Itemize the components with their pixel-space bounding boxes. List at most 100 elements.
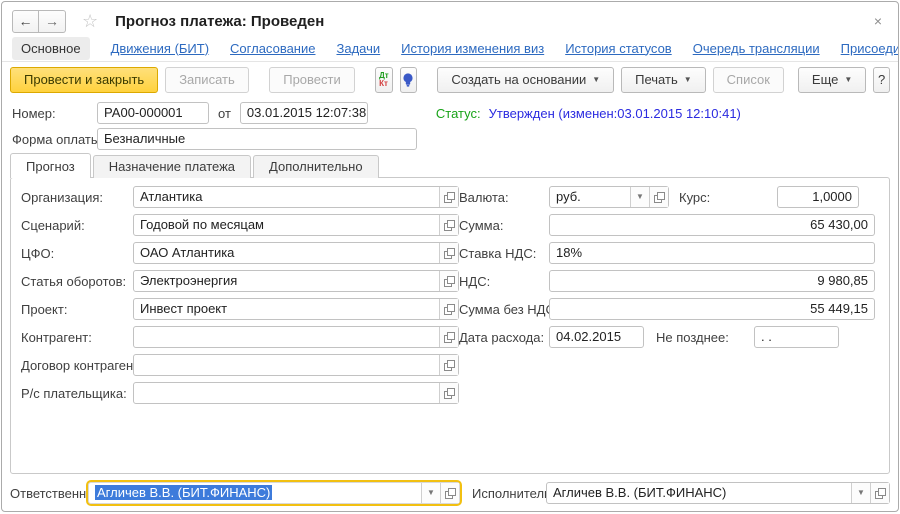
amount-value: 65 430,00 [550, 215, 874, 235]
scenario-value: Годовой по месяцам [134, 215, 439, 235]
open-icon [444, 360, 455, 371]
favorite-star-icon[interactable]: ☆ [82, 12, 98, 30]
list-button[interactable]: Список [713, 67, 784, 93]
responsible-dropdown-button[interactable]: ▼ [421, 483, 440, 503]
print-button[interactable]: Печать ▼ [621, 67, 706, 93]
rate-field[interactable]: 1,0000 [777, 186, 859, 208]
help-button[interactable]: ? [873, 67, 890, 93]
tab-forecast[interactable]: Прогноз [10, 153, 91, 178]
field-row-payer-account: Р/с плательщика: [21, 382, 459, 404]
payer-account-field[interactable] [133, 382, 459, 404]
project-field[interactable]: Инвест проект [133, 298, 459, 320]
field-row-cfo: ЦФО: ОАО Атлантика [21, 242, 459, 264]
field-row-project: Проект: Инвест проект [21, 298, 459, 320]
responsible-field[interactable]: Агличев В.В. (БИТ.ФИНАНС) ▼ [88, 482, 460, 504]
debit-credit-icon: Дт Кт [379, 72, 389, 88]
nav-item-approval[interactable]: Согласование [230, 41, 315, 56]
currency-dropdown-button[interactable]: ▼ [630, 187, 649, 207]
counterparty-value [134, 327, 439, 347]
nav-item-movements[interactable]: Движения (БИТ) [111, 41, 209, 56]
organization-field[interactable]: Атлантика [133, 186, 459, 208]
save-button[interactable]: Записать [165, 67, 249, 93]
field-row-contract: Договор контрагента: [21, 354, 459, 376]
amount-no-vat-field[interactable]: 55 449,15 [549, 298, 875, 320]
history-buttons: ← → [12, 10, 66, 33]
document-date-field[interactable]: 03.01.2015 12:07:38 [240, 102, 368, 124]
left-fields-column: Организация: Атлантика Сценарий: Годовой… [21, 186, 459, 410]
scenario-field[interactable]: Годовой по месяцам [133, 214, 459, 236]
turnover-item-value: Электроэнергия [134, 271, 439, 291]
executor-field[interactable]: Агличев В.В. (БИТ.ФИНАНС) ▼ [546, 482, 890, 504]
payer-account-open-button[interactable] [439, 383, 458, 403]
payment-forecast-window: ← → ☆ Прогноз платежа: Проведен × Основн… [1, 1, 899, 512]
cfo-field[interactable]: ОАО Атлантика [133, 242, 459, 264]
turnover-item-open-button[interactable] [439, 271, 458, 291]
nav-item-visa-history[interactable]: История изменения виз [401, 41, 544, 56]
chevron-down-icon: ▼ [636, 193, 644, 201]
page-title: Прогноз платежа: Проведен [115, 13, 324, 30]
nav-item-status-history[interactable]: История статусов [565, 41, 672, 56]
nav-item-broadcast-queue[interactable]: Очередь трансляции [693, 41, 820, 56]
status-value: Утвержден (изменен:03.01.2015 12:10:41) [489, 106, 741, 121]
cfo-open-button[interactable] [439, 243, 458, 263]
field-row-turnover-item: Статья оборотов: Электроэнергия [21, 270, 459, 292]
currency-open-button[interactable] [649, 187, 668, 207]
post-button[interactable]: Провести [269, 67, 355, 93]
payment-form-value: Безналичные [98, 129, 416, 149]
nav-item-attached-files[interactable]: Присоединенные файлы [841, 41, 899, 56]
nav-item-tasks[interactable]: Задачи [336, 41, 380, 56]
responsible-open-button[interactable] [440, 483, 459, 503]
organization-open-button[interactable] [439, 187, 458, 207]
counterparty-open-button[interactable] [439, 327, 458, 347]
scenario-open-button[interactable] [439, 215, 458, 235]
toolbar: Провести и закрыть Записать Провести Дт … [10, 66, 890, 93]
chevron-down-icon: ▼ [857, 489, 865, 497]
more-button[interactable]: Еще ▼ [798, 67, 866, 93]
lamp-icon [401, 72, 415, 88]
forward-icon: → [45, 13, 59, 29]
no-later-field[interactable]: . . [754, 326, 839, 348]
executor-dropdown-button[interactable]: ▼ [851, 483, 870, 503]
forward-button[interactable]: → [39, 10, 66, 33]
tab-additional[interactable]: Дополнительно [253, 155, 379, 178]
vat-field[interactable]: 9 980,85 [549, 270, 875, 292]
create-based-on-label: Создать на основании [451, 72, 586, 87]
field-row-vat: НДС: 9 980,85 [459, 270, 875, 292]
vat-rate-field[interactable]: 18% [549, 242, 875, 264]
amount-field[interactable]: 65 430,00 [549, 214, 875, 236]
create-based-on-button[interactable]: Создать на основании ▼ [437, 67, 614, 93]
forecast-tab-panel: Организация: Атлантика Сценарий: Годовой… [10, 177, 890, 474]
currency-label: Валюта: [459, 190, 549, 205]
back-button[interactable]: ← [12, 10, 39, 33]
project-open-button[interactable] [439, 299, 458, 319]
executor-value: Агличев В.В. (БИТ.ФИНАНС) [547, 483, 851, 503]
close-icon[interactable]: × [868, 11, 888, 31]
turnover-item-field[interactable]: Электроэнергия [133, 270, 459, 292]
post-and-close-button[interactable]: Провести и закрыть [10, 67, 158, 93]
amount-no-vat-label: Сумма без НДС: [459, 302, 549, 317]
list-label: Список [727, 72, 770, 87]
payment-form-field[interactable]: Безналичные [97, 128, 417, 150]
expense-date-field[interactable]: 04.02.2015 [549, 326, 644, 348]
contract-field[interactable] [133, 354, 459, 376]
counterparty-field[interactable] [133, 326, 459, 348]
number-row: Номер: РА00-000001 от 03.01.2015 12:07:3… [12, 102, 888, 124]
currency-field[interactable]: руб. ▼ [549, 186, 669, 208]
contract-open-button[interactable] [439, 355, 458, 375]
responsible-label: Ответственный: [10, 486, 88, 501]
nav-item-main[interactable]: Основное [12, 37, 90, 60]
lamp-button[interactable] [400, 67, 417, 93]
status-label: Статус: [436, 106, 481, 121]
tab-payment-purpose[interactable]: Назначение платежа [93, 155, 251, 178]
open-icon [444, 220, 455, 231]
number-value: РА00-000001 [98, 103, 208, 123]
turnover-item-label: Статья оборотов: [21, 274, 133, 289]
help-icon: ? [878, 72, 885, 87]
debit-credit-button[interactable]: Дт Кт [375, 67, 392, 93]
right-fields-column: Валюта: руб. ▼ Курс: 1,0000 Сумма: 65 43… [459, 186, 875, 354]
amount-no-vat-value: 55 449,15 [550, 299, 874, 319]
executor-open-button[interactable] [870, 483, 889, 503]
field-row-scenario: Сценарий: Годовой по месяцам [21, 214, 459, 236]
number-field[interactable]: РА00-000001 [97, 102, 209, 124]
vat-rate-label: Ставка НДС: [459, 246, 549, 261]
